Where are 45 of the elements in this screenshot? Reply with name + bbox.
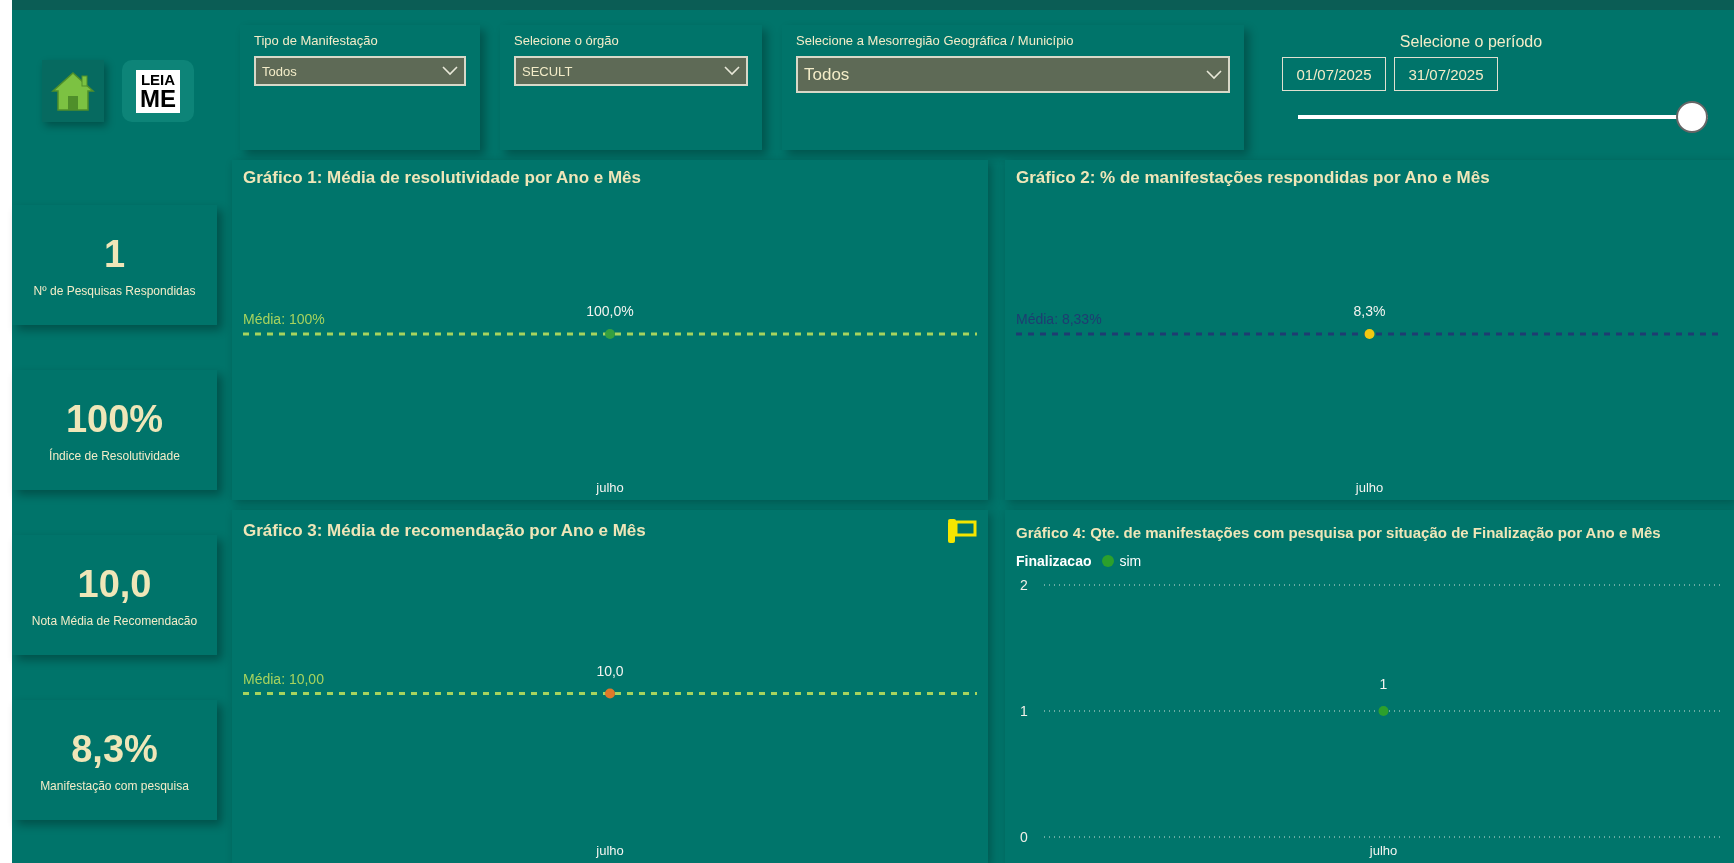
data-label: 8,3%: [1353, 303, 1386, 319]
slider-thumb[interactable]: [1676, 101, 1708, 133]
chart-title: Gráfico 1: Média de resolutividade por Ano e Mês: [243, 168, 641, 188]
dropdown[interactable]: Todos: [796, 56, 1230, 93]
data-label: 1: [1379, 676, 1388, 692]
data-label: 100,0%: [586, 303, 634, 319]
date-field[interactable]: 01/07/2025: [1282, 57, 1386, 91]
caret-icon: [442, 66, 458, 76]
category-label: julho: [1369, 843, 1398, 858]
kpi-value: 100%: [65, 397, 164, 441]
board-icon[interactable]: [947, 518, 977, 544]
legend-title: Finalizacao: [1016, 553, 1092, 569]
readme-button[interactable]: LEIA ME: [122, 60, 194, 122]
average-label: Média: 100%: [243, 311, 325, 327]
tick-label: 2: [1020, 577, 1028, 593]
average-label: Média: 8,33%: [1016, 311, 1102, 327]
dropdown[interactable]: Todos: [254, 56, 466, 86]
category-label: julho: [1355, 480, 1384, 495]
kpi-label: Nº de Pesquisas Respondidas: [33, 283, 196, 298]
home-button[interactable]: [42, 60, 104, 122]
period-label: Selecione o período: [1399, 33, 1543, 51]
caret-icon: [1206, 69, 1222, 80]
caret-icon: [724, 66, 740, 76]
kpi-value: 1: [103, 232, 126, 276]
kpi-value: 10,0: [77, 562, 152, 606]
filter-label: Selecione a Mesorregião Geográfica / Município: [796, 33, 1075, 48]
tick-label: 1: [1020, 703, 1028, 719]
chart-title: Gráfico 3: Média de recomendação por Ano e Mês: [243, 521, 646, 541]
kpi-label: Índice de Resolutividade: [49, 448, 180, 463]
category-label: julho: [596, 843, 624, 858]
average-label: Média: 10,00: [243, 670, 324, 687]
data-label: 10,0: [596, 662, 624, 679]
legend-label: sim: [1119, 553, 1142, 569]
filter-label: Selecione o órgão: [514, 33, 620, 48]
category-label: julho: [596, 480, 624, 495]
chart-title: Gráfico 2: % de manifestações respondidas por Ano e Mês: [1016, 168, 1490, 188]
kpi-value: 8,3%: [71, 727, 158, 771]
kpi-label: Nota Média de Recomendacão: [31, 613, 198, 628]
house-icon: [51, 70, 95, 112]
date-field[interactable]: 31/07/2025: [1394, 57, 1498, 91]
dropdown[interactable]: SECULT: [514, 56, 748, 86]
filter-label: Tipo de Manifestação: [254, 33, 379, 48]
chart-title: Gráfico 4: Qte. de manifestações com pesquisa por situação de Finalização por Ano e Mês: [1016, 524, 1661, 541]
tick-label: 0: [1020, 829, 1028, 845]
kpi-label: Manifestação com pesquisa: [40, 778, 189, 793]
